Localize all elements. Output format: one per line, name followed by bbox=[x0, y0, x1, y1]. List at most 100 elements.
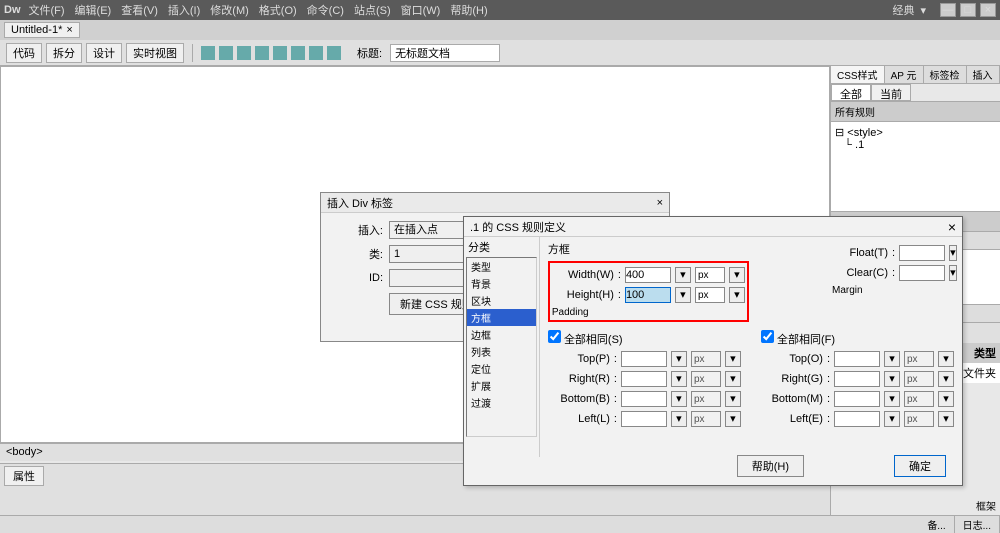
float-label: Float(T) bbox=[832, 247, 888, 259]
document-tab[interactable]: Untitled-1* × bbox=[4, 22, 80, 38]
width-label: Width(W) bbox=[552, 269, 614, 281]
clear-label: Clear(C) bbox=[832, 267, 888, 279]
chevron-down-icon[interactable]: ▾ bbox=[729, 287, 745, 303]
maximize-icon[interactable]: □ bbox=[960, 3, 976, 17]
app-logo: Dw bbox=[4, 4, 21, 16]
menu-insert[interactable]: 插入(I) bbox=[168, 2, 200, 18]
height-label: Height(H) bbox=[552, 289, 614, 301]
cat-box[interactable]: 方框 bbox=[467, 309, 536, 326]
tool-icon[interactable] bbox=[327, 46, 341, 60]
cat-background[interactable]: 背景 bbox=[467, 275, 536, 292]
chevron-down-icon[interactable]: ▾ bbox=[675, 267, 691, 283]
minimize-icon[interactable]: — bbox=[940, 3, 956, 17]
ok-button[interactable]: 确定 bbox=[894, 455, 946, 477]
category-list[interactable]: 类型 背景 区块 方框 边框 列表 定位 扩展 过渡 bbox=[466, 257, 537, 437]
margin-group: 全部相同(F) Top(O): ▾▾ Right(G): ▾▾ Bottom(M… bbox=[761, 330, 954, 431]
margin-bottom-input[interactable] bbox=[834, 391, 880, 407]
tool-icon[interactable] bbox=[309, 46, 323, 60]
tab-ap-elements[interactable]: AP 元 bbox=[885, 66, 924, 83]
cat-type[interactable]: 类型 bbox=[467, 258, 536, 275]
menu-view[interactable]: 查看(V) bbox=[121, 2, 158, 18]
height-unit[interactable] bbox=[695, 287, 725, 303]
tab-close-icon[interactable]: × bbox=[66, 24, 72, 36]
view-split-button[interactable]: 拆分 bbox=[46, 43, 82, 63]
subtab-all[interactable]: 全部 bbox=[831, 84, 871, 101]
title-input[interactable] bbox=[390, 44, 500, 62]
css-rule-dialog: .1 的 CSS 规则定义 × 分类 类型 背景 区块 方框 边框 列表 定位 … bbox=[463, 216, 963, 486]
menu-help[interactable]: 帮助(H) bbox=[450, 2, 487, 18]
menu-items: 文件(F) 编辑(E) 查看(V) 插入(I) 修改(M) 格式(O) 命令(C… bbox=[29, 2, 488, 18]
view-design-button[interactable]: 设计 bbox=[86, 43, 122, 63]
menu-edit[interactable]: 编辑(E) bbox=[75, 2, 112, 18]
menu-file[interactable]: 文件(F) bbox=[29, 2, 65, 18]
cat-positioning[interactable]: 定位 bbox=[467, 360, 536, 377]
menu-modify[interactable]: 修改(M) bbox=[210, 2, 249, 18]
menu-format[interactable]: 格式(O) bbox=[259, 2, 297, 18]
tab-insert[interactable]: 插入 bbox=[967, 66, 1000, 83]
tab-tag-inspector[interactable]: 标签检 bbox=[924, 66, 967, 83]
close-icon[interactable]: × bbox=[980, 3, 996, 17]
status-log[interactable]: 日志... bbox=[955, 516, 1000, 533]
col-type: 类型 bbox=[974, 345, 996, 361]
view-live-button[interactable]: 实时视图 bbox=[126, 43, 184, 63]
title-label: 标题: bbox=[357, 45, 382, 61]
width-input[interactable] bbox=[625, 267, 671, 283]
margin-label: Margin bbox=[832, 285, 952, 296]
chevron-down-icon[interactable]: ▾ bbox=[949, 245, 957, 261]
view-code-button[interactable]: 代码 bbox=[6, 43, 42, 63]
toolbar-icons bbox=[201, 46, 341, 60]
dialog-close-icon[interactable]: × bbox=[948, 219, 956, 235]
help-button[interactable]: 帮助(H) bbox=[737, 455, 804, 477]
cat-extensions[interactable]: 扩展 bbox=[467, 377, 536, 394]
bottom-statusbar: 备... 日志... bbox=[0, 515, 1000, 533]
tool-icon[interactable] bbox=[255, 46, 269, 60]
chevron-down-icon[interactable]: ▾ bbox=[949, 265, 957, 281]
padding-bottom-input[interactable] bbox=[621, 391, 667, 407]
margin-same-all-checkbox[interactable] bbox=[761, 330, 774, 343]
subtab-current[interactable]: 当前 bbox=[871, 84, 911, 101]
chevron-down-icon[interactable]: ▾ bbox=[729, 267, 745, 283]
cat-transition[interactable]: 过渡 bbox=[467, 394, 536, 411]
padding-top-input[interactable] bbox=[621, 351, 667, 367]
margin-left-input[interactable] bbox=[834, 411, 880, 427]
cat-block[interactable]: 区块 bbox=[467, 292, 536, 309]
tool-icon[interactable] bbox=[273, 46, 287, 60]
margin-right-input[interactable] bbox=[834, 371, 880, 387]
tool-icon[interactable] bbox=[237, 46, 251, 60]
class-label: 类: bbox=[333, 246, 383, 262]
menu-commands[interactable]: 命令(C) bbox=[307, 2, 344, 18]
menubar: Dw 文件(F) 编辑(E) 查看(V) 插入(I) 修改(M) 格式(O) 命… bbox=[0, 0, 1000, 20]
menu-window[interactable]: 窗口(W) bbox=[401, 2, 441, 18]
tab-css-styles[interactable]: CSS样式 bbox=[831, 66, 885, 83]
tool-icon[interactable] bbox=[219, 46, 233, 60]
chevron-down-icon[interactable]: ▾ bbox=[920, 4, 926, 17]
dialog-title: 插入 Div 标签 bbox=[327, 195, 393, 211]
status-backup[interactable]: 备... bbox=[919, 516, 954, 533]
category-label: 分类 bbox=[464, 237, 539, 257]
clear-input[interactable] bbox=[899, 265, 945, 281]
menu-site[interactable]: 站点(S) bbox=[354, 2, 391, 18]
id-label: ID: bbox=[333, 272, 383, 284]
properties-tab[interactable]: 属性 bbox=[4, 466, 44, 486]
css-rules-tree[interactable]: ⊟ <style> └ .1 bbox=[831, 122, 1000, 212]
padding-group: 全部相同(S) Top(P): ▾▾ Right(R): ▾▾ Bottom(B… bbox=[548, 330, 741, 431]
cat-list[interactable]: 列表 bbox=[467, 343, 536, 360]
all-rules-title: 所有规则 bbox=[831, 102, 1000, 122]
cat-border[interactable]: 边框 bbox=[467, 326, 536, 343]
padding-label: Padding bbox=[552, 307, 745, 318]
padding-right-input[interactable] bbox=[621, 371, 667, 387]
padding-left-input[interactable] bbox=[621, 411, 667, 427]
chevron-down-icon[interactable]: ▾ bbox=[675, 287, 691, 303]
workspace-selector[interactable]: 经典 bbox=[892, 2, 914, 18]
margin-top-input[interactable] bbox=[834, 351, 880, 367]
float-input[interactable] bbox=[899, 245, 945, 261]
frame-label: 框架 bbox=[976, 498, 996, 513]
document-toolbar: 代码 拆分 设计 实时视图 标题: bbox=[0, 40, 1000, 66]
highlighted-region: Width(W): ▾ ▾ Height(H): ▾ ▾ Padding bbox=[548, 261, 749, 322]
padding-same-all-checkbox[interactable] bbox=[548, 330, 561, 343]
dialog-close-icon[interactable]: × bbox=[657, 197, 663, 209]
height-input[interactable] bbox=[625, 287, 671, 303]
width-unit[interactable] bbox=[695, 267, 725, 283]
tool-icon[interactable] bbox=[201, 46, 215, 60]
tool-icon[interactable] bbox=[291, 46, 305, 60]
